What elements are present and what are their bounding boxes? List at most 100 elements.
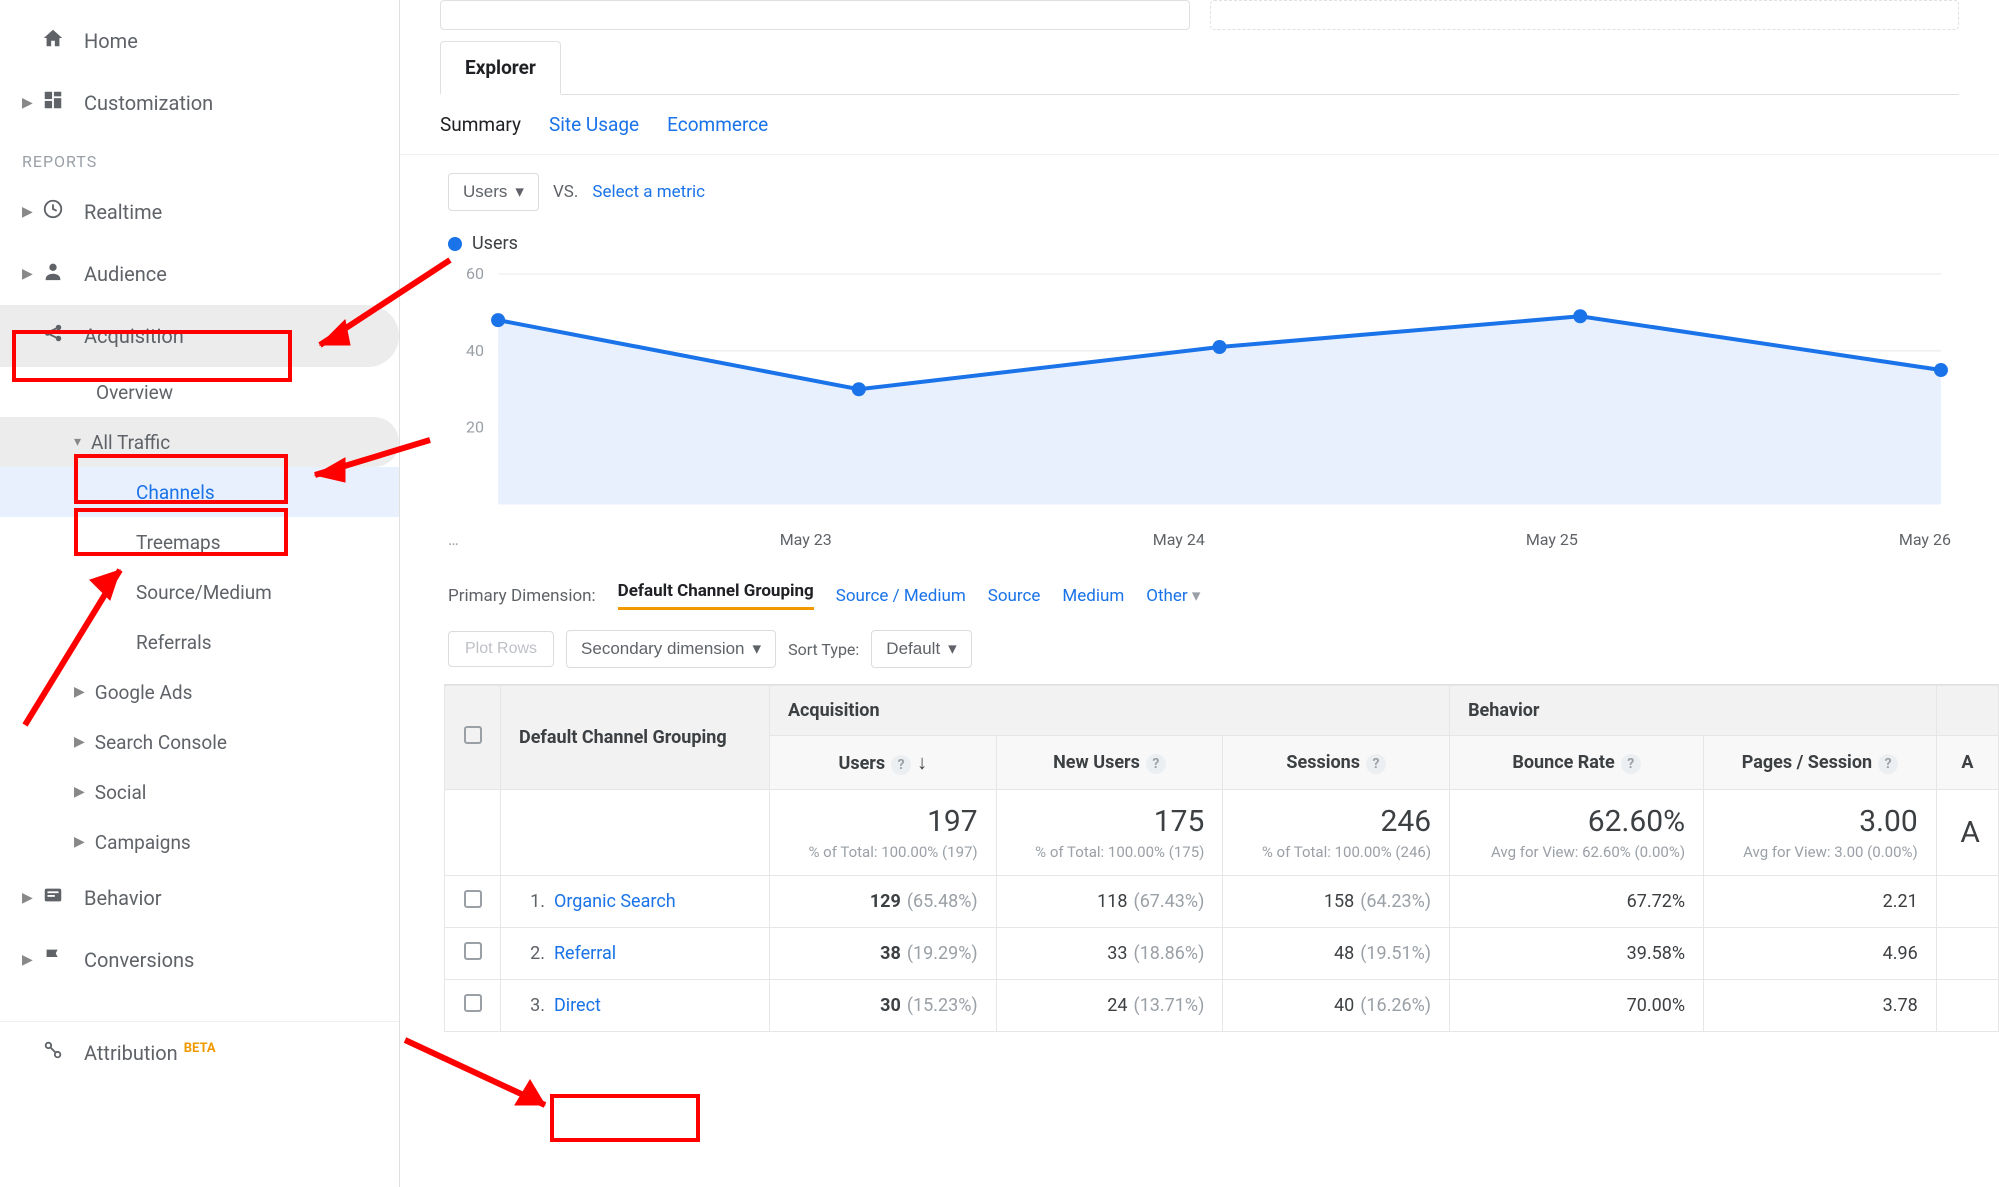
col-newusers-header[interactable]: New Users? [996, 736, 1223, 790]
total-sessions: 246% of Total: 100.00% (246) [1223, 790, 1450, 876]
sidebar-item-acquisition[interactable]: Acquisition [0, 305, 399, 367]
caret-right-icon: ▶ [74, 834, 85, 850]
row-checkbox[interactable] [464, 942, 482, 960]
dimension-source[interactable]: Source [988, 586, 1041, 606]
dimension-source-medium[interactable]: Source / Medium [836, 586, 966, 606]
caret-down-icon: ▾ [753, 639, 762, 659]
dimension-medium[interactable]: Medium [1062, 586, 1124, 606]
social-label: Social [95, 781, 147, 804]
channel-link[interactable]: Referral [554, 943, 616, 964]
help-icon[interactable]: ? [1878, 754, 1898, 774]
col-group-acquisition: Acquisition [769, 686, 1449, 736]
caret-down-icon: ▾ [948, 639, 957, 659]
referrals-label: Referrals [136, 631, 212, 654]
select-metric-link[interactable]: Select a metric [592, 182, 705, 202]
row-channel-cell: 3. Direct [501, 980, 770, 1032]
sidebar-subitem-social[interactable]: ▶ Social [0, 767, 399, 817]
subtab-summary[interactable]: Summary [440, 113, 521, 136]
tab-explorer[interactable]: Explorer [440, 41, 561, 95]
sidebar-subitem-alltraffic[interactable]: ▾ All Traffic [0, 417, 399, 467]
vs-label: VS. [553, 182, 578, 202]
total-newusers: 175% of Total: 100.00% (175) [996, 790, 1223, 876]
row-checkbox[interactable] [464, 890, 482, 908]
metric1-select[interactable]: Users ▾ [448, 173, 539, 211]
col-sessions-header[interactable]: Sessions? [1223, 736, 1450, 790]
primary-dimension-label: Primary Dimension: [448, 586, 596, 606]
home-icon [42, 27, 74, 55]
sort-desc-icon: ↓ [917, 750, 927, 774]
dimension-default-channel[interactable]: Default Channel Grouping [618, 581, 814, 610]
select-all-checkbox[interactable] [464, 726, 482, 744]
metric1-label: Users [463, 182, 507, 202]
channel-link[interactable]: Organic Search [554, 891, 676, 912]
compare-box[interactable] [1210, 0, 1960, 30]
sidebar-item-conversions[interactable]: ▶ Conversions [0, 929, 399, 991]
caret-right-icon: ▶ [22, 95, 36, 111]
customization-label: Customization [84, 91, 213, 115]
sidebar-item-audience[interactable]: ▶ Audience [0, 243, 399, 305]
sidebar-subsubitem-referrals[interactable]: Referrals [0, 617, 399, 667]
subtab-siteusage[interactable]: Site Usage [549, 113, 639, 136]
subtab-ecommerce[interactable]: Ecommerce [667, 113, 768, 136]
sidebar-subitem-overview[interactable]: Overview [0, 367, 399, 417]
row-checkbox[interactable] [464, 994, 482, 1012]
acquisition-label: Acquisition [84, 324, 184, 348]
alltraffic-label: All Traffic [91, 431, 170, 454]
sidebar-section-reports: REPORTS [0, 134, 399, 181]
main-content: Explorer Summary Site Usage Ecommerce Us… [400, 0, 1999, 1187]
total-pages: 3.00Avg for View: 3.00 (0.00%) [1704, 790, 1937, 876]
person-icon [42, 260, 74, 288]
col-avg-header-partial[interactable]: A [1936, 736, 1998, 790]
date-range-box[interactable] [440, 0, 1190, 30]
sidebar-item-behavior[interactable]: ▶ Behavior [0, 867, 399, 929]
sidebar-item-customization[interactable]: ▶ Customization [0, 72, 399, 134]
caret-right-icon: ▶ [22, 952, 36, 968]
caret-down-icon: ▾ [515, 182, 524, 202]
sidebar-subitem-campaigns[interactable]: ▶ Campaigns [0, 817, 399, 867]
caret-right-icon: ▶ [22, 204, 36, 220]
sidebar-subsubitem-channels[interactable]: Channels [0, 467, 399, 517]
caret-down-icon: ▾ [1192, 586, 1201, 606]
secondary-dimension-label: Secondary dimension [581, 639, 744, 659]
caret-right-icon: ▶ [74, 734, 85, 750]
sidebar-item-attribution[interactable]: AttributionBETA [0, 1021, 399, 1083]
dimension-other[interactable]: Other ▾ [1146, 586, 1200, 606]
help-icon[interactable]: ? [891, 755, 911, 775]
attribution-label: AttributionBETA [84, 1041, 216, 1065]
col-dimension-header[interactable]: Default Channel Grouping [519, 727, 727, 748]
legend-dot-icon [448, 237, 462, 251]
sidebar-subsubitem-sourcemedium[interactable]: Source/Medium [0, 567, 399, 617]
sort-type-select[interactable]: Default ▾ [871, 630, 971, 668]
row-channel-cell: 1. Organic Search [501, 876, 770, 928]
sort-type-value: Default [886, 639, 940, 659]
table-row: 2. Referral38(19.29%)33(18.86%)48(19.51%… [445, 928, 1999, 980]
caret-right-icon: ▶ [22, 890, 36, 906]
sidebar-subsubitem-treemaps[interactable]: Treemaps [0, 517, 399, 567]
col-pages-header[interactable]: Pages / Session? [1704, 736, 1937, 790]
caret-right-icon: ▶ [22, 266, 36, 282]
sidebar-item-home[interactable]: Home [0, 10, 399, 72]
clock-icon [42, 198, 74, 226]
behavior-label: Behavior [84, 886, 162, 910]
col-users-header[interactable]: Users?↓ [769, 736, 996, 790]
secondary-dimension-select[interactable]: Secondary dimension ▾ [566, 630, 776, 668]
sidebar-item-realtime[interactable]: ▶ Realtime [0, 181, 399, 243]
caret-right-icon: ▶ [74, 784, 85, 800]
dashboard-icon [42, 89, 74, 117]
total-bounce: 62.60%Avg for View: 62.60% (0.00%) [1450, 790, 1704, 876]
plot-rows-button[interactable]: Plot Rows [448, 631, 554, 667]
overview-label: Overview [96, 381, 173, 404]
caret-right-icon: ▶ [74, 684, 85, 700]
data-table: Default Channel Grouping Acquisition Beh… [444, 684, 1999, 1032]
channel-link[interactable]: Direct [554, 995, 601, 1016]
realtime-label: Realtime [84, 200, 162, 224]
help-icon[interactable]: ? [1366, 754, 1386, 774]
svg-text:40: 40 [466, 341, 484, 360]
col-bounce-header[interactable]: Bounce Rate? [1450, 736, 1704, 790]
sidebar-subitem-searchconsole[interactable]: ▶ Search Console [0, 717, 399, 767]
sidebar-subitem-googleads[interactable]: ▶ Google Ads [0, 667, 399, 717]
svg-text:60: 60 [466, 264, 484, 283]
help-icon[interactable]: ? [1621, 754, 1641, 774]
help-icon[interactable]: ? [1146, 754, 1166, 774]
caret-down-icon: ▾ [74, 434, 81, 450]
